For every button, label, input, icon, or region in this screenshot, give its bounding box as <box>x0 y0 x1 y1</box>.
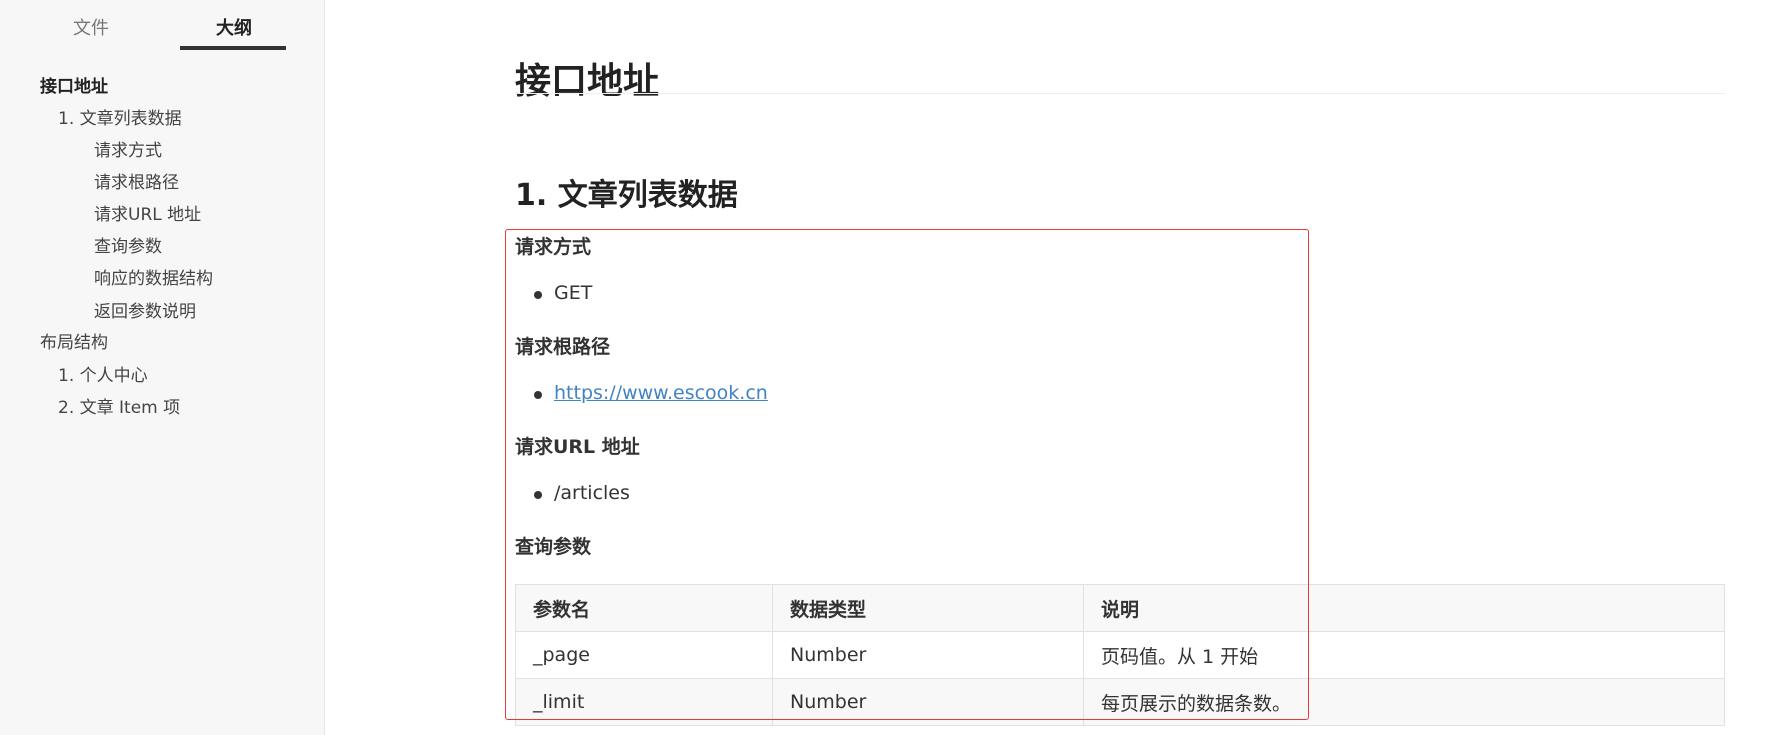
tab-files[interactable]: 文件 <box>73 14 109 40</box>
query-params-table: 参数名 数据类型 说明 _page Number 页码值。从 1 开始 _lim… <box>515 584 1725 726</box>
outline-item-return-params[interactable]: 返回参数说明 <box>94 297 196 322</box>
table-cell: Number <box>772 678 1084 726</box>
heading-request-url: 请求URL 地址 <box>515 436 640 458</box>
table-row: _page Number 页码值。从 1 开始 <box>515 631 1725 679</box>
heading-query-params: 查询参数 <box>515 536 592 558</box>
heading-request-root: 请求根路径 <box>515 336 611 358</box>
heading-request-method: 请求方式 <box>515 236 592 258</box>
outline-item-request-url[interactable]: 请求URL 地址 <box>94 200 201 225</box>
heading-h1: 接口地址 <box>515 61 660 102</box>
table-header-row: 参数名 数据类型 说明 <box>515 584 1725 632</box>
app-window: 文件 大纲 接口地址 1. 文章列表数据 请求方式 请求根路径 请求URL 地址… <box>0 0 1773 735</box>
bullet-icon <box>534 491 542 499</box>
table-header: 说明 <box>1083 584 1725 632</box>
outline-item-personal-center[interactable]: 1. 个人中心 <box>58 361 148 386</box>
outline-item-article-item[interactable]: 2. 文章 Item 项 <box>58 393 180 418</box>
table-cell: _page <box>515 631 773 679</box>
outline-item-article-list[interactable]: 1. 文章列表数据 <box>58 104 182 129</box>
list-item-method: GET <box>554 282 593 304</box>
table-cell: Number <box>772 631 1084 679</box>
bullet-icon <box>534 391 542 399</box>
outline-item-request-root[interactable]: 请求根路径 <box>94 168 179 193</box>
heading-h2: 1. 文章列表数据 <box>515 178 738 213</box>
table-header: 数据类型 <box>772 584 1084 632</box>
heading-divider <box>515 93 1725 94</box>
table-row: _limit Number 每页展示的数据条数。 <box>515 678 1725 726</box>
outline-item-response-structure[interactable]: 响应的数据结构 <box>94 264 213 289</box>
sidebar: 文件 大纲 接口地址 1. 文章列表数据 请求方式 请求根路径 请求URL 地址… <box>0 0 325 735</box>
outline-item-query-params[interactable]: 查询参数 <box>94 232 162 257</box>
table-cell: _limit <box>515 678 773 726</box>
bullet-icon <box>534 291 542 299</box>
document-area[interactable]: 接口地址 1. 文章列表数据 请求方式 GET 请求根路径 https://ww… <box>325 0 1773 735</box>
tab-outline[interactable]: 大纲 <box>216 14 252 40</box>
table-header: 参数名 <box>515 584 773 632</box>
table-cell: 页码值。从 1 开始 <box>1083 631 1725 679</box>
outline-item-layout[interactable]: 布局结构 <box>40 328 108 353</box>
outline-item-interface-address[interactable]: 接口地址 <box>40 72 108 97</box>
active-tab-indicator <box>180 46 286 50</box>
link-root-url[interactable]: https://www.escook.cn <box>554 382 768 404</box>
list-item-url-path: /articles <box>554 482 630 504</box>
outline-item-request-method[interactable]: 请求方式 <box>94 136 162 161</box>
table-cell: 每页展示的数据条数。 <box>1083 678 1725 726</box>
